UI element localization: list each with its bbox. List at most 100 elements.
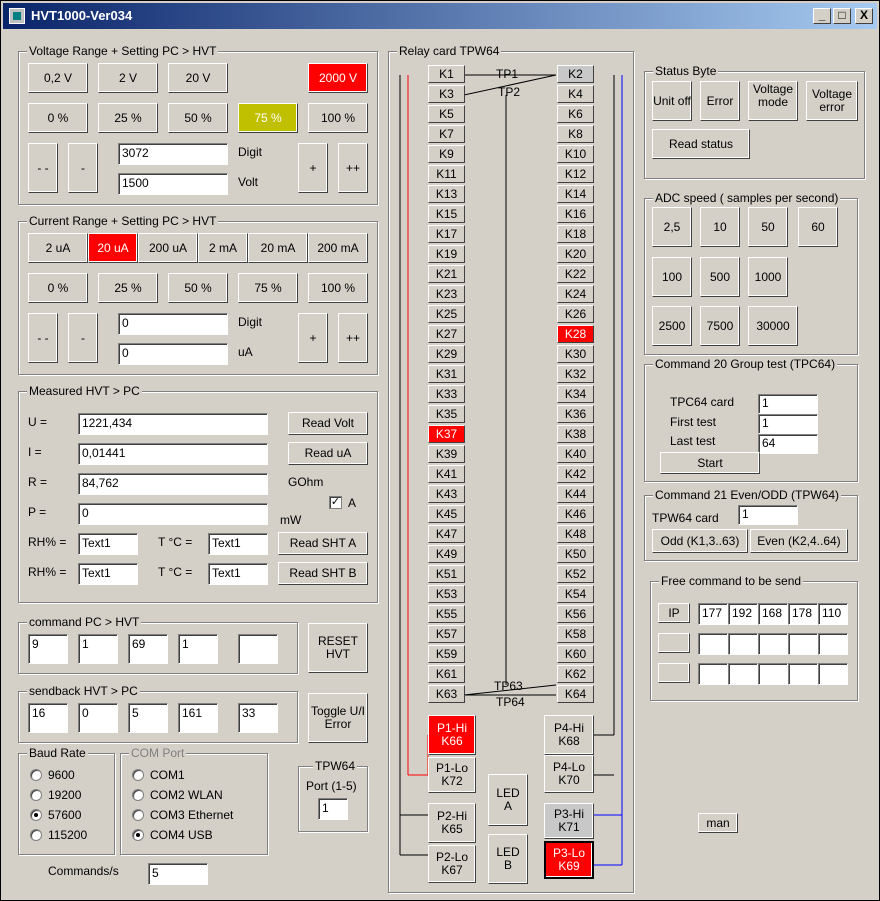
baud-19200-radio[interactable] — [30, 789, 42, 801]
current-50pct-button[interactable]: 50 % — [168, 273, 228, 303]
adc-speed-1000-button[interactable]: 1000 — [748, 257, 788, 297]
range-2000v-button[interactable]: 2000 V — [308, 63, 368, 93]
odd-button[interactable]: Odd (K1,3..63) — [652, 529, 748, 553]
relay-k50-button[interactable]: K50 — [557, 545, 594, 563]
free-row1-byte-1-field[interactable]: 177 — [698, 603, 728, 625]
relay-k16-button[interactable]: K16 — [557, 205, 594, 223]
voltage-step-up-button[interactable]: + — [298, 143, 328, 193]
voltage-75pct-button[interactable]: 75 % — [238, 103, 298, 133]
relay-k44-button[interactable]: K44 — [557, 485, 594, 503]
relay-k20-button[interactable]: K20 — [557, 245, 594, 263]
relay-k54-button[interactable]: K54 — [557, 585, 594, 603]
ip-button[interactable]: IP — [658, 603, 690, 623]
current-0pct-button[interactable]: 0 % — [28, 273, 88, 303]
error-button[interactable]: Error — [700, 81, 740, 121]
read-sht-a-button[interactable]: Read SHT A — [278, 532, 368, 555]
p2-hi-k65-button[interactable]: P2-Hi K65 — [428, 803, 476, 843]
start-button[interactable]: Start — [660, 452, 760, 474]
free-row2-byte-2-field[interactable] — [728, 633, 758, 655]
voltage-step-up-large-button[interactable]: ++ — [338, 143, 368, 193]
t-b-field[interactable]: Text1 — [208, 563, 268, 585]
range-20v-button[interactable]: 20 V — [168, 63, 228, 93]
maximize-button[interactable]: □ — [833, 8, 851, 24]
current-100pct-button[interactable]: 100 % — [308, 273, 368, 303]
adc-speed-50-button[interactable]: 50 — [748, 207, 788, 247]
free-row2-byte-4-field[interactable] — [788, 633, 818, 655]
relay-k7-button[interactable]: K7 — [428, 125, 465, 143]
sendback-byte-1-field[interactable]: 16 — [28, 703, 68, 733]
range-2ua-button[interactable]: 2 uA — [28, 233, 88, 263]
voltage-100pct-button[interactable]: 100 % — [308, 103, 368, 133]
led-b-button[interactable]: LED B — [488, 834, 528, 884]
relay-k63-button[interactable]: K63 — [428, 685, 465, 703]
relay-k33-button[interactable]: K33 — [428, 385, 465, 403]
free-row2-byte-5-field[interactable] — [818, 633, 848, 655]
close-button[interactable]: X — [855, 8, 873, 24]
relay-k31-button[interactable]: K31 — [428, 365, 465, 383]
tpw64-card-field[interactable]: 1 — [738, 505, 798, 525]
relay-k3-button[interactable]: K3 — [428, 85, 465, 103]
relay-k22-button[interactable]: K22 — [557, 265, 594, 283]
read-status-button[interactable]: Read status — [652, 129, 750, 159]
adc-speed-100-button[interactable]: 100 — [652, 257, 692, 297]
free-row2-byte-3-field[interactable] — [758, 633, 788, 655]
relay-k39-button[interactable]: K39 — [428, 445, 465, 463]
voltage-mode-button[interactable]: Voltage mode — [748, 81, 798, 121]
commands-per-second-field[interactable]: 5 — [148, 863, 208, 885]
command-byte-1-field[interactable]: 9 — [28, 634, 68, 664]
man-button[interactable]: man — [698, 813, 738, 833]
command-byte-4-field[interactable]: 1 — [178, 634, 218, 664]
current-step-up-button[interactable]: + — [298, 313, 328, 363]
relay-k48-button[interactable]: K48 — [557, 525, 594, 543]
relay-k56-button[interactable]: K56 — [557, 605, 594, 623]
port-field[interactable]: 1 — [318, 798, 348, 820]
relay-k2-button[interactable]: K2 — [557, 65, 594, 83]
relay-k10-button[interactable]: K10 — [557, 145, 594, 163]
relay-k43-button[interactable]: K43 — [428, 485, 465, 503]
relay-k36-button[interactable]: K36 — [557, 405, 594, 423]
u-field[interactable]: 1221,434 — [78, 413, 268, 435]
adc-speed-30000-button[interactable]: 30000 — [748, 306, 798, 346]
relay-k60-button[interactable]: K60 — [557, 645, 594, 663]
p4-hi-k68-button[interactable]: P4-Hi K68 — [544, 715, 594, 755]
even-button[interactable]: Even (K2,4..64) — [750, 529, 848, 553]
relay-k25-button[interactable]: K25 — [428, 305, 465, 323]
relay-k55-button[interactable]: K55 — [428, 605, 465, 623]
adc-speed-2_5-button[interactable]: 2,5 — [652, 207, 692, 247]
relay-k47-button[interactable]: K47 — [428, 525, 465, 543]
relay-k49-button[interactable]: K49 — [428, 545, 465, 563]
current-75pct-button[interactable]: 75 % — [238, 273, 298, 303]
last-test-field[interactable]: 64 — [758, 434, 818, 454]
sendback-byte-4-field[interactable]: 161 — [178, 703, 218, 733]
relay-k61-button[interactable]: K61 — [428, 665, 465, 683]
relay-k11-button[interactable]: K11 — [428, 165, 465, 183]
relay-k52-button[interactable]: K52 — [557, 565, 594, 583]
baud-9600-radio[interactable] — [30, 769, 42, 781]
relay-k59-button[interactable]: K59 — [428, 645, 465, 663]
a-checkbox[interactable]: ✓ — [329, 496, 342, 509]
range-20ma-button[interactable]: 20 mA — [248, 233, 308, 263]
free-row3-byte-1-field[interactable] — [698, 663, 728, 685]
voltage-error-button[interactable]: Voltage error — [806, 81, 858, 121]
range-20ua-button[interactable]: 20 uA — [88, 233, 138, 263]
tpc64-card-field[interactable]: 1 — [758, 394, 818, 414]
p-field[interactable]: 0 — [78, 503, 268, 525]
p4-lo-k70-button[interactable]: P4-Lo K70 — [544, 755, 594, 793]
free-row1-byte-2-field[interactable]: 192 — [728, 603, 758, 625]
command-byte-3-field[interactable]: 69 — [128, 634, 168, 664]
i-field[interactable]: 0,01441 — [78, 443, 268, 465]
voltage-digit-field[interactable]: 3072 — [118, 143, 228, 165]
relay-k27-button[interactable]: K27 — [428, 325, 465, 343]
adc-speed-60-button[interactable]: 60 — [798, 207, 838, 247]
minimize-button[interactable]: _ — [813, 8, 831, 24]
t-a-field[interactable]: Text1 — [208, 533, 268, 555]
free-row1-byte-4-field[interactable]: 178 — [788, 603, 818, 625]
relay-k58-button[interactable]: K58 — [557, 625, 594, 643]
relay-k19-button[interactable]: K19 — [428, 245, 465, 263]
relay-k15-button[interactable]: K15 — [428, 205, 465, 223]
free-row1-byte-5-field[interactable]: 110 — [818, 603, 848, 625]
relay-k14-button[interactable]: K14 — [557, 185, 594, 203]
relay-k53-button[interactable]: K53 — [428, 585, 465, 603]
current-step-down-large-button[interactable]: - - — [28, 313, 58, 363]
relay-k23-button[interactable]: K23 — [428, 285, 465, 303]
